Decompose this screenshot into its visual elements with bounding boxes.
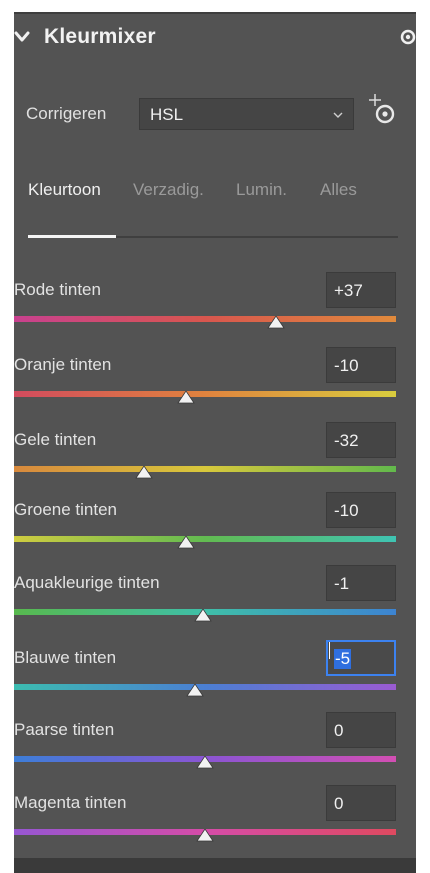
correct-row: Corrigeren HSL (26, 94, 406, 132)
slider-value: -10 (334, 356, 359, 375)
adjustment-tabs: Kleurtoon Verzadig. Lumin. Alles (28, 174, 408, 244)
slider-value: -1 (334, 574, 350, 593)
active-tab-indicator (28, 235, 116, 238)
slider-label: Oranje tinten (14, 355, 112, 374)
slider-track[interactable] (14, 466, 396, 472)
slider-value: 0 (334, 721, 344, 740)
slider-value: +37 (334, 281, 363, 300)
slider-value: -32 (334, 431, 359, 450)
tab-luminance[interactable]: Lumin. (236, 180, 287, 200)
slider-thumb[interactable] (177, 391, 195, 405)
slider-track[interactable] (14, 391, 396, 397)
slider-value-input[interactable]: -10 (326, 492, 396, 528)
slider-track[interactable] (14, 536, 396, 542)
slider-label: Gele tinten (14, 430, 97, 449)
correct-label: Corrigeren (26, 104, 107, 123)
slider-label: Rode tinten (14, 280, 101, 299)
correct-mode-value: HSL (150, 105, 184, 124)
slider-thumb[interactable] (194, 609, 212, 623)
slider-label: Magenta tinten (14, 793, 127, 812)
slider-label: Aquakleurige tinten (14, 573, 160, 592)
panel-header[interactable]: Kleurmixer (14, 22, 416, 52)
slider-row: Gele tinten -32 (14, 422, 396, 500)
slider-thumb[interactable] (177, 536, 195, 550)
slider-thumb[interactable] (196, 756, 214, 770)
slider-track[interactable] (14, 316, 396, 322)
slider-row: Oranje tinten -10 (14, 347, 396, 425)
slider-row: Rode tinten +37 (14, 272, 396, 350)
targeted-adjustment-icon[interactable] (366, 92, 396, 128)
slider-value: 0 (334, 794, 344, 813)
slider-thumb[interactable] (186, 684, 205, 698)
slider-row: Blauwe tinten -5 (14, 640, 396, 718)
slider-value-input[interactable]: -32 (326, 422, 396, 458)
tab-hue[interactable]: Kleurtoon (28, 180, 101, 200)
eye-icon[interactable] (400, 29, 416, 45)
slider-value: -10 (334, 501, 359, 520)
slider-row: Magenta tinten 0 (14, 785, 396, 863)
chevron-down-icon (333, 112, 343, 118)
slider-row: Aquakleurige tinten -1 (14, 565, 396, 643)
slider-value-input[interactable]: 0 (326, 712, 396, 748)
slider-value: -5 (334, 649, 352, 669)
tab-saturation[interactable]: Verzadig. (133, 180, 204, 200)
slider-value-input[interactable]: -1 (326, 565, 396, 601)
slider-thumb[interactable] (196, 829, 214, 843)
chevron-down-icon[interactable] (14, 29, 30, 45)
slider-value-input[interactable]: -5 (326, 640, 396, 676)
text-caret (329, 642, 330, 659)
slider-value-input[interactable]: +37 (326, 272, 396, 308)
slider-value-input[interactable]: 0 (326, 785, 396, 821)
correct-mode-select[interactable]: HSL (139, 98, 354, 130)
slider-label: Groene tinten (14, 500, 118, 519)
slider-value-input[interactable]: -10 (326, 347, 396, 383)
slider-row: Paarse tinten 0 (14, 712, 396, 790)
slider-thumb[interactable] (266, 316, 285, 330)
tab-all[interactable]: Alles (320, 180, 357, 200)
slider-thumb[interactable] (135, 466, 153, 480)
slider-row: Groene tinten -10 (14, 492, 396, 570)
slider-label: Paarse tinten (14, 720, 115, 739)
slider-label: Blauwe tinten (14, 648, 117, 667)
panel-title: Kleurmixer (44, 25, 156, 48)
slider-track[interactable] (14, 684, 396, 690)
